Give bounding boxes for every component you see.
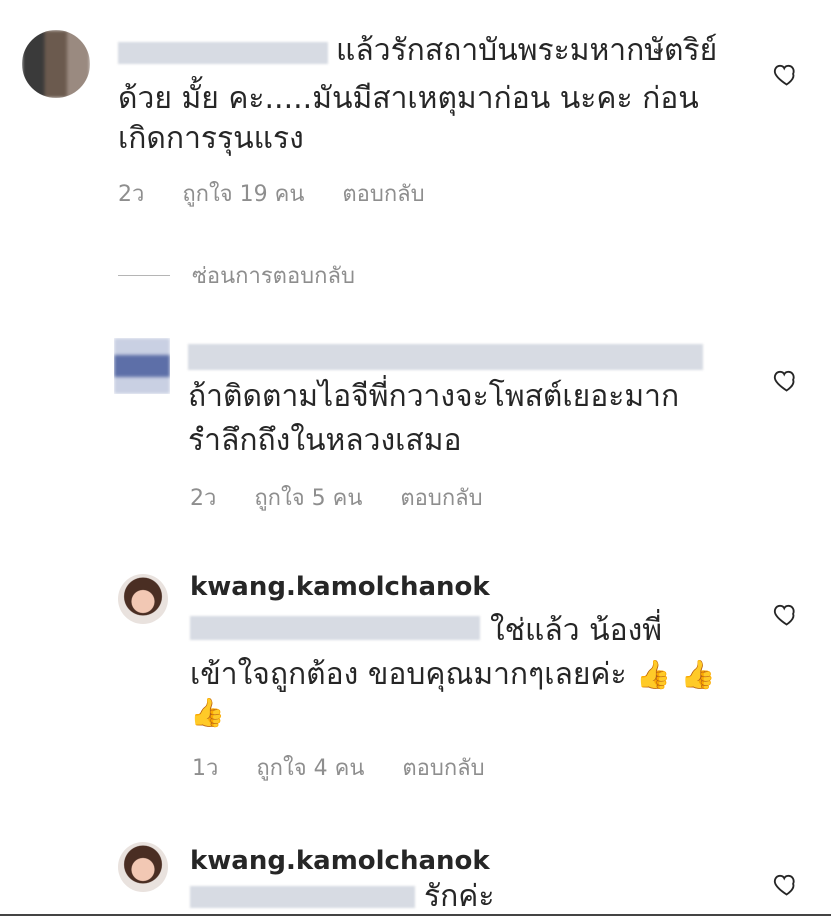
- comment-text-line: 👍: [190, 690, 225, 736]
- hide-replies-label: ซ่อนการตอบกลับ: [192, 264, 355, 289]
- comment-time: 2ว: [190, 486, 217, 511]
- likes-count[interactable]: ถูกใจ 19 คน: [182, 176, 304, 211]
- comment-time: 2ว: [118, 182, 145, 207]
- thumbs-up-icon: 👍: [680, 658, 716, 691]
- reply-button[interactable]: ตอบกลับ: [342, 176, 424, 211]
- comment-text-line: รำลึกถึงในหลวงเสมอ: [188, 423, 462, 458]
- likes-count[interactable]: ถูกใจ 4 คน: [256, 750, 364, 785]
- comment-text-line: เกิดการรุนแรง: [118, 121, 304, 156]
- thumbs-up-icon: 👍: [190, 696, 225, 729]
- reply-button[interactable]: ตอบกลับ: [400, 480, 482, 515]
- comment-meta: 1ว ถูกใจ 4 คน ตอบกลับ: [192, 750, 485, 785]
- divider: [118, 275, 170, 276]
- heart-outline-icon[interactable]: [772, 600, 800, 628]
- comment-meta: 2ว ถูกใจ 5 คน ตอบกลับ: [190, 480, 483, 515]
- avatar[interactable]: [114, 338, 170, 394]
- thumbs-up-icon: 👍: [636, 658, 672, 691]
- avatar[interactable]: [118, 842, 168, 892]
- comment-text: เข้าใจถูกต้อง ขอบคุณมากๆเลยค่ะ: [190, 657, 627, 692]
- blurred-mention: [190, 616, 480, 640]
- comment-time: 1ว: [192, 756, 219, 781]
- comment-text-line: แล้วรักสถาบันพระมหากษัตริย์: [336, 33, 718, 68]
- comment-text-line: ใช่แล้ว น้องพี่: [490, 613, 663, 648]
- likes-count[interactable]: ถูกใจ 5 คน: [254, 480, 362, 515]
- comment-username[interactable]: kwang.kamolchanok: [190, 846, 490, 876]
- avatar[interactable]: [22, 30, 90, 98]
- comment-username[interactable]: kwang.kamolchanok: [190, 572, 490, 602]
- reply-button[interactable]: ตอบกลับ: [402, 750, 484, 785]
- divider: [0, 914, 831, 916]
- blurred-username: [188, 344, 703, 370]
- heart-outline-icon[interactable]: [772, 366, 800, 394]
- avatar[interactable]: [118, 574, 168, 624]
- hide-replies-button[interactable]: ซ่อนการตอบกลับ: [118, 258, 355, 293]
- heart-outline-icon[interactable]: [772, 870, 800, 898]
- comment-text-line: ถ้าติดตามไอจีพี่กวางจะโพสต์เยอะมาก: [188, 379, 680, 414]
- blurred-username: [118, 42, 328, 64]
- comment-meta: 2ว ถูกใจ 19 คน ตอบกลับ: [118, 176, 425, 211]
- comment-text-line: เข้าใจถูกต้อง ขอบคุณมากๆเลยค่ะ 👍 👍: [190, 652, 715, 698]
- blurred-mention: [190, 886, 415, 908]
- heart-outline-icon[interactable]: [772, 60, 800, 88]
